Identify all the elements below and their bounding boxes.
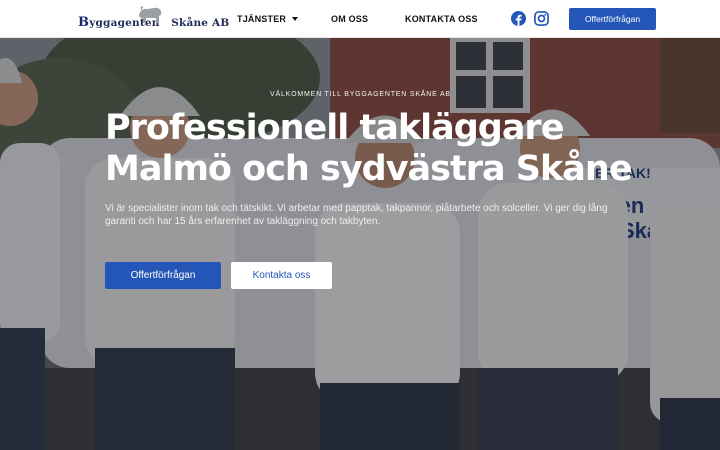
logo-bull-icon <box>139 6 162 23</box>
logo[interactable]: Byggagenten Skåne AB <box>78 6 229 32</box>
header-quote-button[interactable]: Offertförfrågan <box>569 8 656 30</box>
hero-quote-button[interactable]: Offertförfrågan <box>105 262 221 289</box>
nav-item-label: TJÄNSTER <box>237 14 287 24</box>
nav-item-tjanster[interactable]: TJÄNSTER <box>237 14 299 24</box>
headline-line-1: Professionell takläggare <box>105 108 564 148</box>
instagram-icon[interactable] <box>534 11 549 26</box>
hero-kicker: VÄLKOMMEN TILL BYGGAGENTEN SKÅNE AB <box>270 91 451 98</box>
nav-item-om-oss[interactable]: OM OSS <box>331 14 368 24</box>
facebook-icon[interactable] <box>511 11 526 26</box>
site-header: Byggagenten Skåne AB TJÄNSTER OM OSS KON… <box>0 0 720 38</box>
chevron-down-icon <box>292 17 299 21</box>
hero-contact-button[interactable]: Kontakta oss <box>231 262 332 289</box>
hero-headline: Professionell takläggare Malmö och sydvä… <box>105 108 665 190</box>
hero-subtitle: Vi är specialister inom tak och tätskikt… <box>105 203 608 227</box>
hero-section: ER TAK! Byggagenten Skå VÄLKOMMEN TILL B… <box>0 38 720 450</box>
hero-overlay <box>0 38 720 450</box>
nav-item-kontakta-oss[interactable]: KONTAKTA OSS <box>405 14 478 24</box>
headline-line-2: Malmö och sydvästra Skåne <box>105 149 633 189</box>
